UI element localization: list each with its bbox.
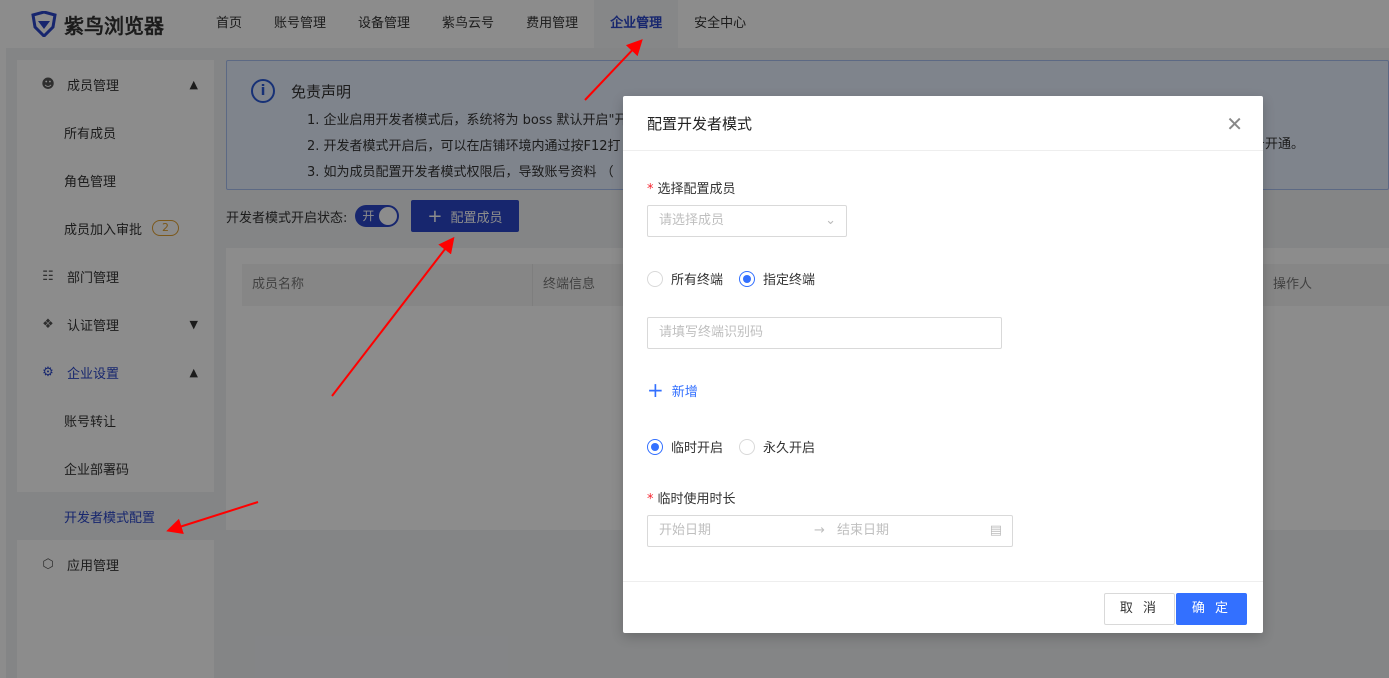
close-icon[interactable]: ✕ <box>1226 112 1243 136</box>
plus-icon: + <box>647 378 664 402</box>
end-date-input[interactable]: 结束日期 <box>837 516 889 546</box>
dialog-title: 配置开发者模式 <box>647 114 753 133</box>
terminal-radio-group: 所有终端 指定终端 <box>647 269 831 288</box>
arrow-right-icon: → <box>814 523 825 538</box>
duration-label: * 临时使用时长 <box>647 492 736 507</box>
date-range-picker[interactable]: 开始日期 → 结束日期 ▤ <box>647 515 1013 547</box>
chevron-down-icon: ⌄ <box>825 213 836 228</box>
radio-specified-terminal[interactable] <box>739 270 756 287</box>
radio-temporary[interactable] <box>647 438 663 455</box>
radio-permanent[interactable] <box>739 438 756 455</box>
add-terminal-button[interactable]: + 新增 <box>647 378 698 402</box>
member-select[interactable]: 请选择成员 ⌄ <box>647 205 847 237</box>
member-label: * 选择配置成员 <box>647 182 736 197</box>
dialog-footer: 取 消 确 定 <box>623 581 1263 633</box>
config-dev-mode-dialog: 配置开发者模式 ✕ * 选择配置成员 请选择成员 ⌄ 所有终端 指定终端 请填写终端… <box>623 96 1263 633</box>
radio-all-terminals[interactable] <box>647 270 663 287</box>
cancel-button[interactable]: 取 消 <box>1103 593 1175 625</box>
mode-radio-group: 临时开启 永久开启 <box>647 437 831 456</box>
start-date-input[interactable]: 开始日期 <box>659 523 711 538</box>
confirm-button[interactable]: 确 定 <box>1175 593 1247 625</box>
calendar-icon: ▤ <box>989 523 1002 538</box>
terminal-code-input[interactable]: 请填写终端识别码 <box>647 317 1002 349</box>
